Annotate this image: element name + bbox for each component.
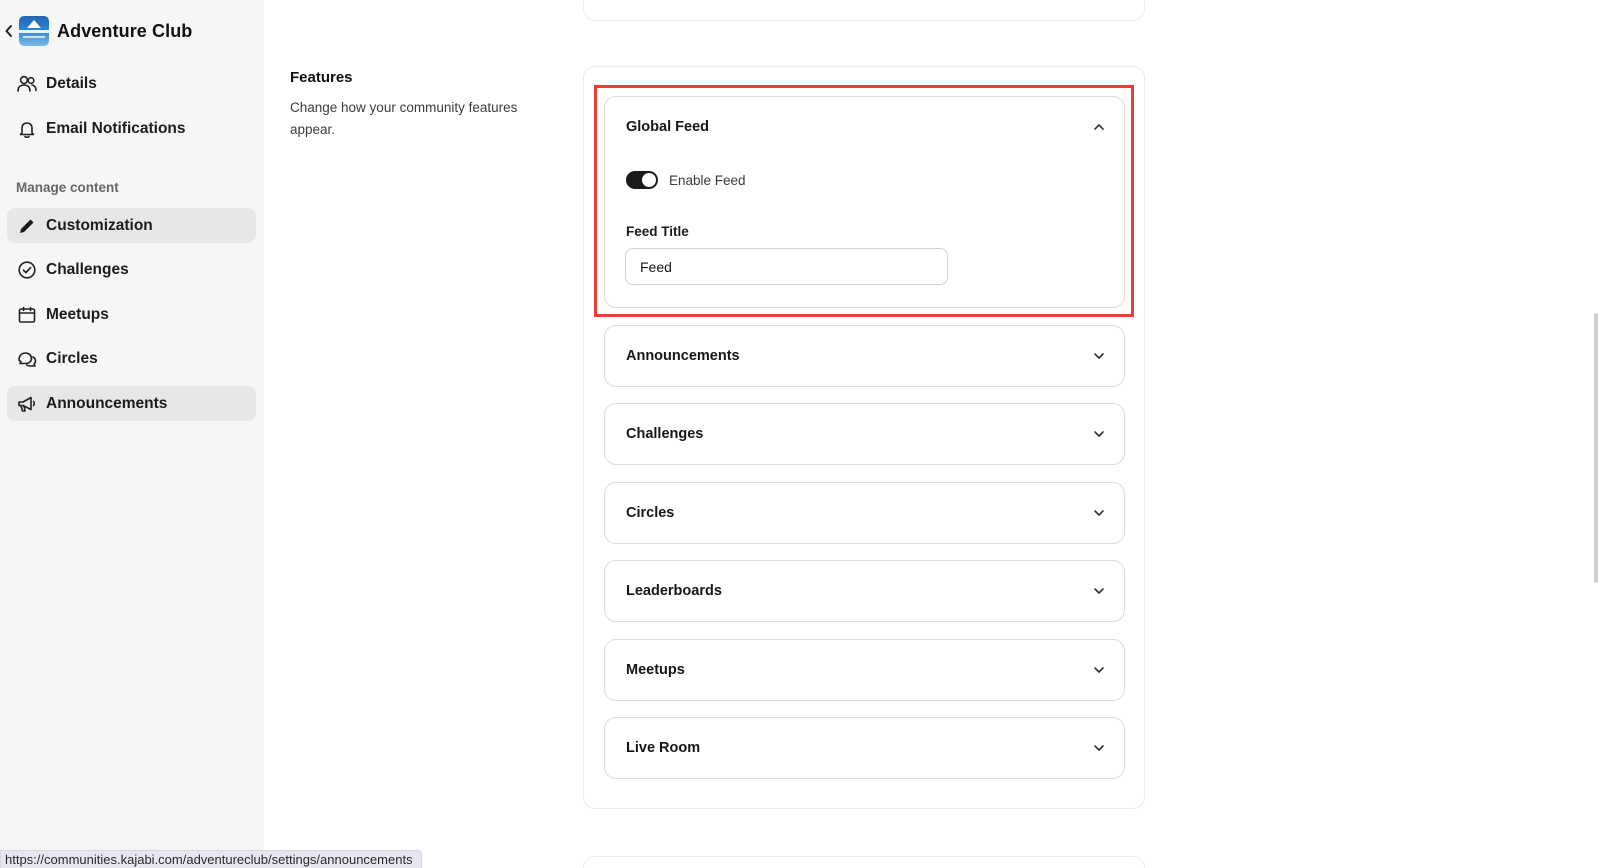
- accordion-header-challenges[interactable]: Challenges: [605, 404, 1124, 464]
- accordion-leaderboards: Leaderboards: [604, 560, 1125, 622]
- megaphone-icon: [16, 393, 38, 415]
- calendar-icon: [16, 304, 38, 326]
- accordion-global-feed: Global Feed Enable Feed Feed Title: [604, 96, 1125, 308]
- sidebar-item-email-notifications[interactable]: Email Notifications: [7, 111, 256, 146]
- sidebar-item-customization[interactable]: Customization: [7, 208, 256, 243]
- accordion-meetups: Meetups: [604, 639, 1125, 701]
- accordion-title: Meetups: [626, 662, 685, 678]
- sidebar-item-label: Challenges: [46, 260, 129, 278]
- sidebar-item-announcements[interactable]: Announcements: [7, 386, 256, 421]
- accordion-challenges: Challenges: [604, 403, 1125, 465]
- pencil-icon: [16, 215, 38, 237]
- sidebar-item-challenges[interactable]: Challenges: [7, 252, 256, 287]
- back-button[interactable]: [0, 15, 18, 47]
- features-description: Change how your community features appea…: [290, 100, 518, 137]
- accordion-header-live-room[interactable]: Live Room: [605, 718, 1124, 778]
- accordion-header-announcements[interactable]: Announcements: [605, 326, 1124, 386]
- enable-feed-toggle[interactable]: [626, 171, 658, 189]
- users-icon: [16, 73, 38, 95]
- accordion-live-room: Live Room: [604, 717, 1125, 779]
- community-name: Adventure Club: [57, 20, 193, 41]
- vertical-scrollbar[interactable]: [1594, 313, 1598, 583]
- sidebar-item-label: Announcements: [46, 394, 168, 412]
- bell-icon: [16, 118, 38, 140]
- accordion-header-meetups[interactable]: Meetups: [605, 640, 1124, 700]
- enable-feed-row: Enable Feed: [626, 171, 746, 189]
- accordion-announcements: Announcements: [604, 325, 1125, 387]
- accordion-title: Announcements: [626, 348, 740, 364]
- sidebar: Adventure Club Details Email Notificatio…: [0, 0, 264, 868]
- status-bar-url: https://communities.kajabi.com/adventure…: [0, 850, 422, 868]
- accordion-title: Global Feed: [626, 119, 709, 135]
- chevron-down-icon: [1094, 667, 1104, 673]
- feed-title-label: Feed Title: [626, 224, 689, 239]
- sidebar-item-label: Customization: [46, 216, 153, 234]
- chat-bubbles-icon: [16, 348, 38, 370]
- sidebar-item-label: Meetups: [46, 305, 109, 323]
- sidebar-item-label: Email Notifications: [46, 119, 186, 137]
- sidebar-item-circles[interactable]: Circles: [7, 341, 256, 376]
- community-header: Adventure Club: [0, 15, 192, 47]
- check-circle-icon: [16, 259, 38, 281]
- chevron-up-icon: [1094, 124, 1104, 130]
- chevron-left-icon: [5, 25, 12, 37]
- sidebar-item-details[interactable]: Details: [7, 66, 256, 101]
- chevron-down-icon: [1094, 353, 1104, 359]
- accordion-header-leaderboards[interactable]: Leaderboards: [605, 561, 1124, 621]
- accordion-header-circles[interactable]: Circles: [605, 483, 1124, 543]
- sidebar-item-meetups[interactable]: Meetups: [7, 297, 256, 332]
- accordion-circles: Circles: [604, 482, 1125, 544]
- sidebar-item-label: Details: [46, 74, 97, 92]
- accordion-title: Leaderboards: [626, 583, 722, 599]
- previous-settings-card: [583, 0, 1145, 21]
- community-logo: [19, 16, 49, 46]
- chevron-down-icon: [1094, 745, 1104, 751]
- feed-title-input[interactable]: [625, 248, 948, 285]
- accordion-title: Challenges: [626, 426, 704, 442]
- chevron-down-icon: [1094, 510, 1104, 516]
- next-settings-card: [583, 856, 1145, 868]
- enable-feed-label: Enable Feed: [669, 172, 746, 188]
- features-heading: Features: [290, 69, 353, 86]
- accordion-header-global-feed[interactable]: Global Feed: [605, 97, 1124, 157]
- chevron-down-icon: [1094, 431, 1104, 437]
- accordion-title: Live Room: [626, 740, 701, 756]
- sidebar-item-label: Circles: [46, 349, 98, 367]
- section-label-manage-content: Manage content: [16, 180, 119, 195]
- chevron-down-icon: [1094, 588, 1104, 594]
- accordion-title: Circles: [626, 505, 675, 521]
